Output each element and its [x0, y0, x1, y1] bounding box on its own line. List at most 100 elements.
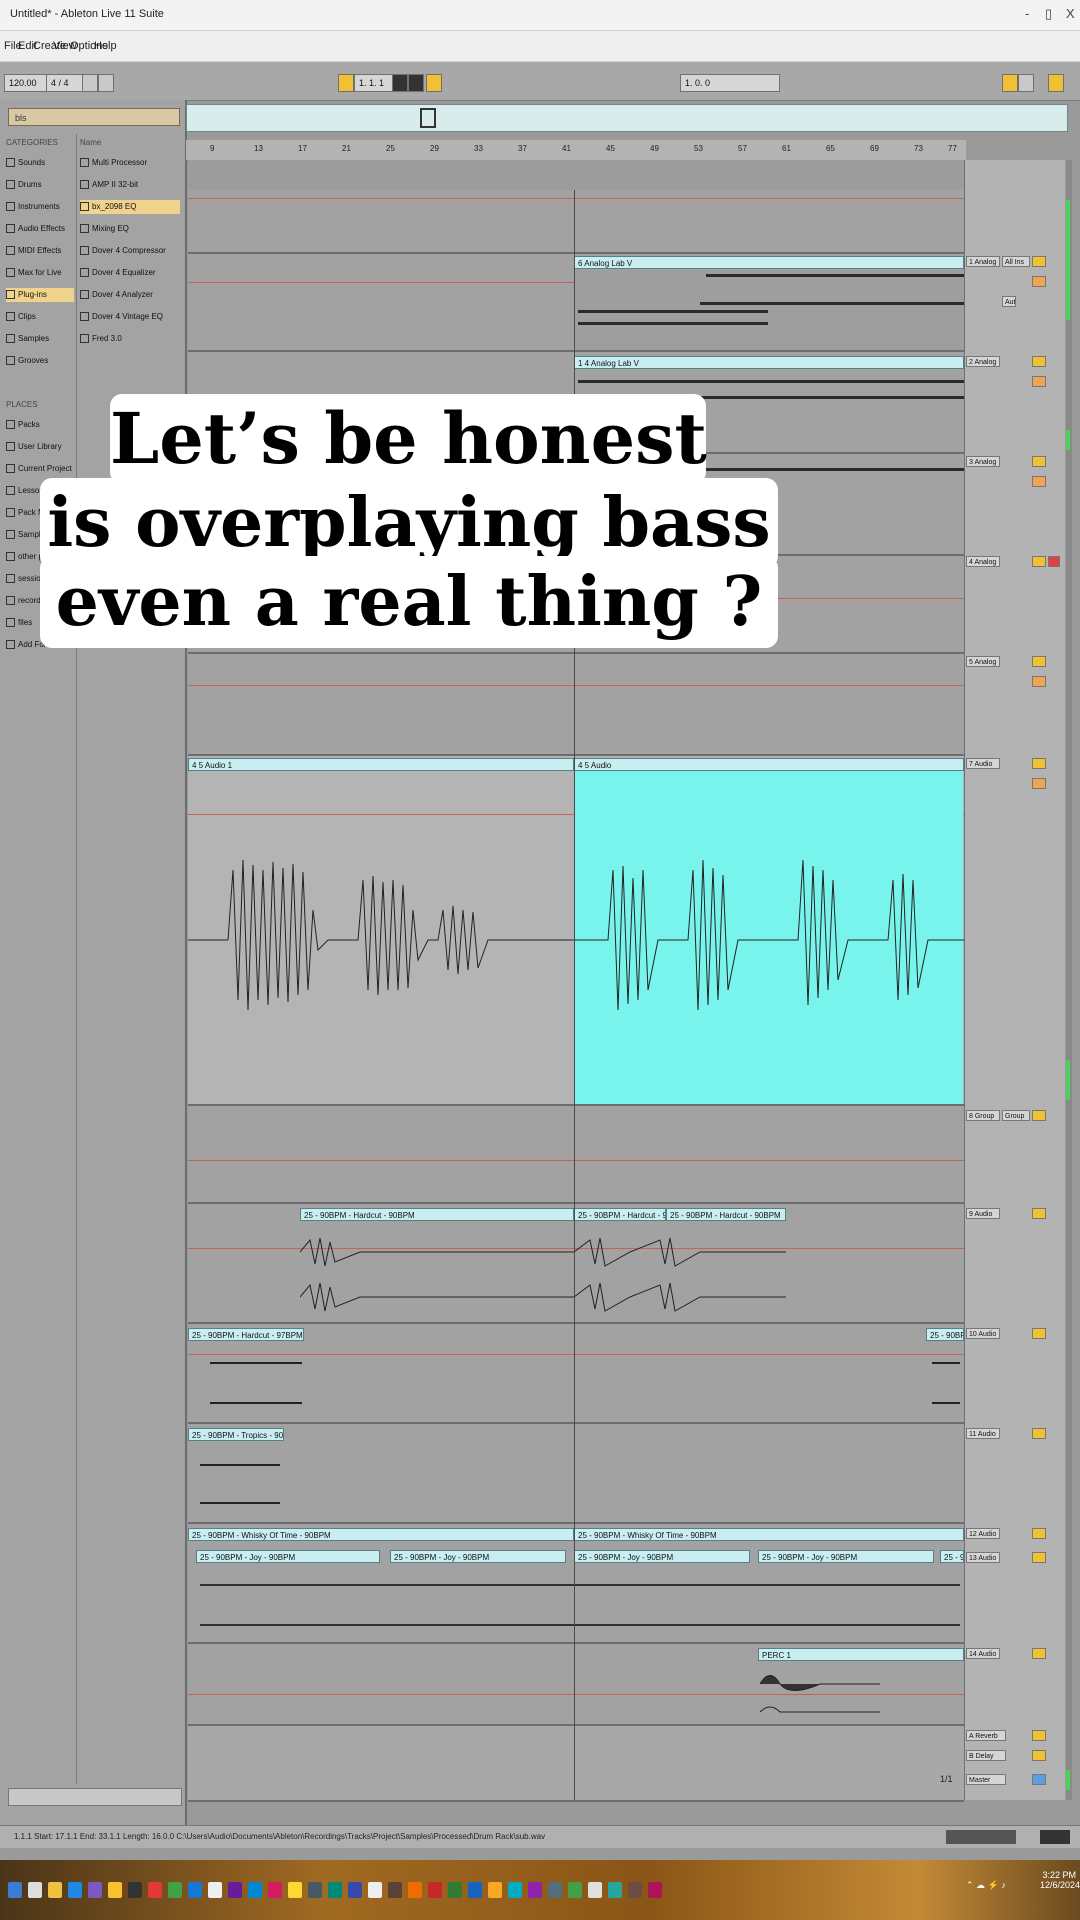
track-activator[interactable]	[1032, 356, 1046, 367]
audio-clip-header[interactable]: 4 5 Audio	[574, 758, 964, 771]
solo-button[interactable]	[1032, 476, 1046, 487]
name-column-header[interactable]: Name	[80, 138, 101, 147]
midi-clip-header[interactable]: 6 Analog Lab V	[574, 256, 964, 269]
audio-clip-header[interactable]: 25 - 90BPM - Joy - 90BPM	[390, 1550, 566, 1563]
browser-item[interactable]: Dover 4 Equalizer	[80, 266, 180, 280]
audio-clip-header[interactable]: 25 - 90BPM - Whisky Of Time - 90BPM	[188, 1528, 574, 1541]
app-icon[interactable]	[408, 1882, 422, 1898]
loop-length[interactable]: 1. 0. 0	[680, 74, 780, 92]
chrome-icon[interactable]	[168, 1882, 182, 1898]
app-icon[interactable]	[608, 1882, 622, 1898]
track-name[interactable]: 3 Analog	[966, 456, 1000, 467]
track-lane-1[interactable]	[188, 190, 964, 254]
track-name[interactable]: 13 Audio	[966, 1552, 1000, 1563]
track-name[interactable]: 4 Analog	[966, 556, 1000, 567]
edge-icon[interactable]	[68, 1882, 82, 1898]
monitor-auto[interactable]: Auto	[1002, 296, 1016, 307]
track-name[interactable]: 1 Analog	[966, 256, 1000, 267]
browser-item[interactable]: Dover 4 Compressor	[80, 244, 180, 258]
track-lane-6[interactable]	[188, 654, 964, 756]
category-audio-effects[interactable]: Audio Effects	[6, 222, 74, 236]
quantize-button[interactable]	[98, 74, 114, 92]
photoshop-icon[interactable]	[348, 1882, 362, 1898]
track-lane-11[interactable]	[188, 1424, 964, 1524]
record-button[interactable]	[426, 74, 442, 92]
track-activator[interactable]	[1032, 1750, 1046, 1761]
track-name[interactable]: 9 Audio	[966, 1208, 1000, 1219]
file-explorer-icon[interactable]	[48, 1882, 62, 1898]
return-track-a[interactable]: A Reverb	[966, 1730, 1006, 1741]
track-activator[interactable]	[1032, 656, 1046, 667]
category-samples[interactable]: Samples	[6, 332, 74, 346]
audio-clip-header[interactable]: 25 - 90BPM - Hardcut - 97BPM	[188, 1328, 304, 1341]
track-activator[interactable]	[1032, 758, 1046, 769]
app-icon[interactable]	[568, 1882, 582, 1898]
category-grooves[interactable]: Grooves	[6, 354, 74, 368]
midi-map-button[interactable]	[1018, 74, 1034, 92]
audio-clip-header[interactable]: 25 - 90BPM - Joy - 90BPM	[574, 1550, 750, 1563]
track-activator[interactable]	[1032, 256, 1046, 267]
key-map-button[interactable]	[1002, 74, 1018, 92]
audio-clip-header[interactable]: 25 - 90BPM - Hardcut	[926, 1328, 964, 1341]
app-icon[interactable]	[328, 1882, 342, 1898]
return-track-b[interactable]: B Delay	[966, 1750, 1006, 1761]
place-packs[interactable]: Packs	[6, 418, 40, 432]
taskbar-clock[interactable]: 3:22 PM 12/6/2024	[1040, 1870, 1080, 1890]
system-tray[interactable]: ⌃ ☁ ⚡ ♪	[966, 1880, 1026, 1894]
app-icon[interactable]	[628, 1882, 642, 1898]
overview-view-box[interactable]	[420, 108, 436, 128]
app-icon[interactable]	[428, 1882, 442, 1898]
category-drums[interactable]: Drums	[6, 178, 74, 192]
track-activator[interactable]	[1032, 1730, 1046, 1741]
app-icon[interactable]	[648, 1882, 662, 1898]
arrangement-overview[interactable]	[186, 104, 1068, 132]
app-icon[interactable]	[268, 1882, 282, 1898]
app-icon[interactable]	[188, 1882, 202, 1898]
track-name[interactable]: 2 Analog	[966, 356, 1000, 367]
minimize-button[interactable]: -	[1025, 6, 1029, 21]
time-signature-field[interactable]: 4 / 4	[46, 74, 84, 92]
app-icon[interactable]	[388, 1882, 402, 1898]
track-activator[interactable]	[1032, 1552, 1046, 1563]
browser-item[interactable]: AMP II 32-bit	[80, 178, 180, 192]
track-lane-group[interactable]	[188, 1106, 964, 1204]
browser-search-input[interactable]: bls	[8, 108, 180, 126]
track-activator[interactable]	[1032, 1648, 1046, 1659]
start-icon[interactable]	[8, 1882, 22, 1898]
audio-clip-header[interactable]: 25 - 90BPM - Hardcut - 90BPM	[666, 1208, 786, 1221]
app-icon[interactable]	[208, 1882, 222, 1898]
browser-item[interactable]: Multi Processor	[80, 156, 180, 170]
arrangement-position[interactable]: 1. 1. 1	[354, 74, 394, 92]
app-icon[interactable]	[228, 1882, 242, 1898]
category-max-for-live[interactable]: Max for Live	[6, 266, 74, 280]
track-name[interactable]: 11 Audio	[966, 1428, 1000, 1439]
category-instruments[interactable]: Instruments	[6, 200, 74, 214]
category-clips[interactable]: Clips	[6, 310, 74, 324]
track-name[interactable]: 12 Audio	[966, 1528, 1000, 1539]
browser-item[interactable]: Dover 4 Vintage EQ	[80, 310, 180, 324]
close-button[interactable]: X	[1066, 6, 1075, 21]
app-icon[interactable]	[248, 1882, 262, 1898]
arm-button[interactable]	[1048, 556, 1060, 567]
beat-time-ruler[interactable]: 9 13 17 21 25 29 33 37 41 45 49 53 57 61…	[186, 140, 966, 161]
track-activator[interactable]	[1032, 1428, 1046, 1439]
app-icon[interactable]	[488, 1882, 502, 1898]
audio-clip-header[interactable]: 25 - 90BPM - Joy - 90BPM	[940, 1550, 964, 1563]
track-activator[interactable]	[1032, 556, 1046, 567]
stop-button[interactable]	[408, 74, 424, 92]
audio-clip-header[interactable]: PERC 1	[758, 1648, 964, 1661]
master-activator[interactable]	[1032, 1774, 1046, 1785]
track-name[interactable]: 10 Audio	[966, 1328, 1000, 1339]
browser-item[interactable]: Mixing EQ	[80, 222, 180, 236]
app-icon[interactable]	[88, 1882, 102, 1898]
folder-icon[interactable]	[108, 1882, 122, 1898]
category-plug-ins[interactable]: Plug-ins	[6, 288, 74, 302]
solo-button[interactable]	[1032, 778, 1046, 789]
return-lanes[interactable]	[188, 1726, 964, 1802]
ableton-icon[interactable]	[128, 1882, 142, 1898]
group-label[interactable]: Group	[1002, 1110, 1030, 1121]
midi-track-display[interactable]	[946, 1830, 1016, 1844]
browser-item[interactable]: Dover 4 Analyzer	[80, 288, 180, 302]
solo-button[interactable]	[1032, 676, 1046, 687]
track-activator[interactable]	[1032, 1528, 1046, 1539]
